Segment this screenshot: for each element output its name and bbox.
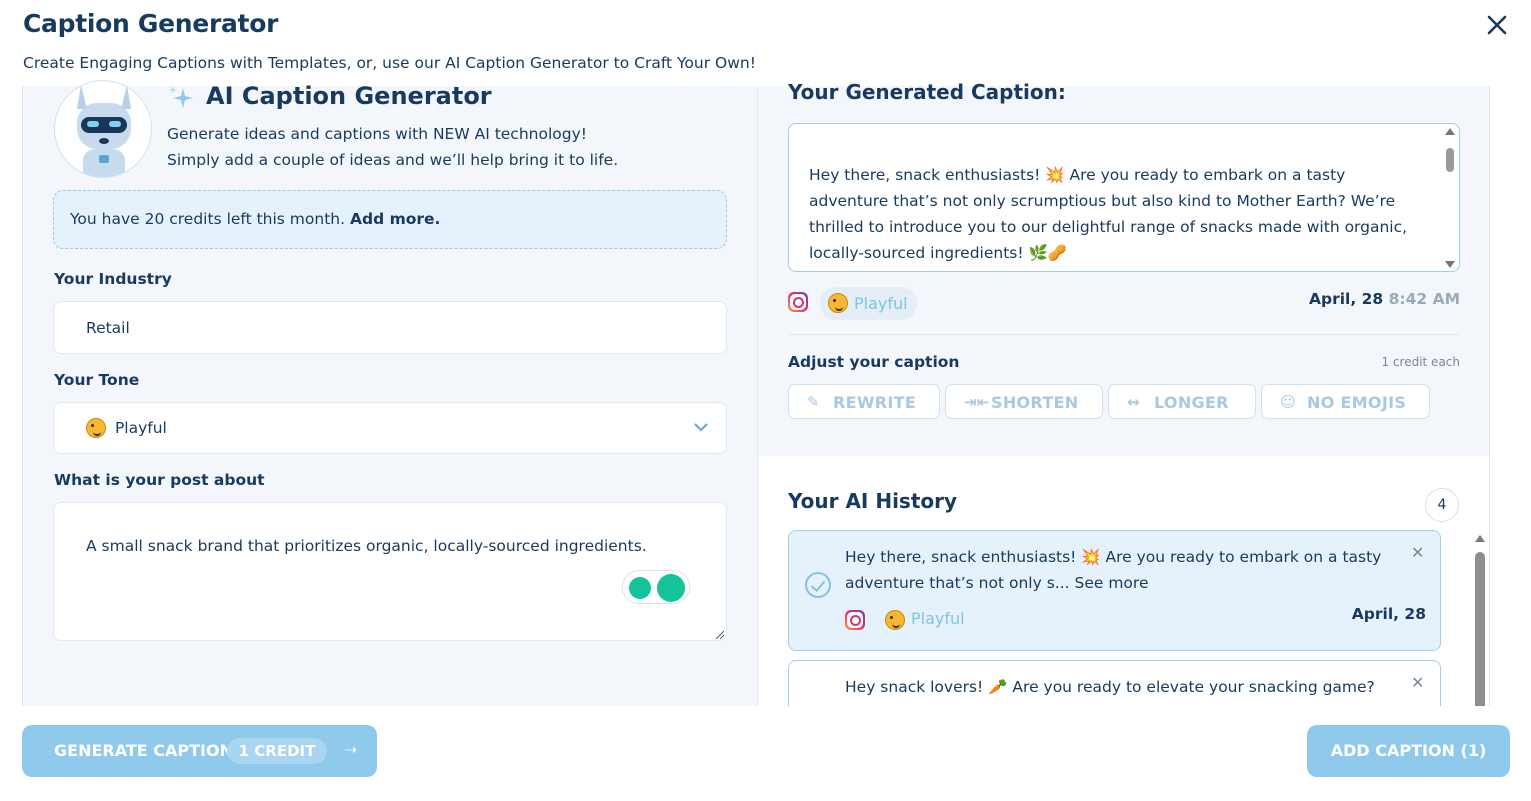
generate-caption-label: GENERATE CAPTION	[54, 741, 233, 760]
credits-remaining: You have 20 credits left this month.	[70, 210, 346, 228]
generate-caption-button[interactable]: GENERATE CAPTION 1 CREDIT ➝	[22, 725, 377, 777]
tone-badge-label: Playful	[854, 294, 908, 313]
ai-description-line2: Simply add a couple of ideas and we’ll h…	[167, 151, 619, 169]
modal-subtitle: Create Engaging Captions with Templates,…	[23, 54, 756, 72]
caption-timestamp: April, 28 8:42 AM	[1290, 290, 1460, 308]
caption-date: April, 28	[1309, 290, 1384, 308]
scroll-up-icon[interactable]	[1475, 535, 1485, 542]
industry-value: Retail	[86, 319, 130, 337]
ai-history-title: Your AI History	[788, 489, 958, 513]
instagram-icon	[788, 292, 808, 312]
scroll-down-icon[interactable]	[1445, 261, 1455, 268]
divider	[788, 334, 1460, 335]
generated-caption-box[interactable]: Hey there, snack enthusiasts! 💥 Are you …	[788, 123, 1460, 272]
ai-description-line1: Generate ideas and captions with NEW AI …	[167, 125, 587, 143]
generated-caption-text: Hey there, snack enthusiasts! 💥 Are you …	[809, 166, 1408, 262]
close-icon[interactable]: ✕	[1411, 673, 1424, 692]
close-icon[interactable]: ✕	[1411, 543, 1424, 562]
post-about-value: A small snack brand that prioritizes org…	[86, 537, 647, 555]
post-about-textarea[interactable]: A small snack brand that prioritizes org…	[53, 502, 727, 641]
no-emojis-button[interactable]: ☺ NO EMOJIS	[1261, 384, 1430, 419]
see-more-link[interactable]: See more	[1075, 574, 1149, 592]
tone-selected-label: Playful	[114, 418, 167, 437]
caption-time: 8:42 AM	[1388, 290, 1460, 308]
add-more-link[interactable]: Add more.	[350, 210, 440, 228]
history-tone-label: Playful	[911, 609, 965, 628]
no-emojis-label: NO EMOJIS	[1307, 393, 1407, 412]
tone-label: Your Tone	[54, 371, 140, 389]
add-caption-button[interactable]: ADD CAPTION (1)	[1307, 725, 1510, 777]
close-icon[interactable]	[1484, 12, 1510, 38]
robot-avatar	[54, 80, 152, 178]
industry-input[interactable]: Retail	[53, 301, 727, 354]
grammarly-widget[interactable]	[622, 570, 690, 604]
scroll-up-icon[interactable]	[1445, 128, 1455, 135]
playful-emoji-icon	[885, 609, 905, 630]
playful-emoji-icon	[86, 418, 106, 438]
generated-caption-title: Your Generated Caption:	[788, 80, 1066, 104]
industry-label: Your Industry	[54, 270, 172, 288]
history-scrollbar[interactable]	[1474, 535, 1486, 712]
chevron-down-icon	[694, 423, 708, 432]
adjust-cost-note: 1 credit each	[1381, 355, 1460, 369]
adjust-caption-label: Adjust your caption	[788, 353, 960, 371]
scroll-thumb[interactable]	[1446, 148, 1454, 172]
lightbulb-icon[interactable]	[629, 577, 651, 599]
history-item-text: Hey snack lovers! 🥕 Are you ready to ele…	[845, 678, 1375, 696]
playful-emoji-icon	[828, 293, 848, 313]
caption-scrollbar[interactable]	[1445, 128, 1455, 268]
history-count-badge: 4	[1425, 488, 1459, 522]
tone-badge: Playful	[820, 287, 917, 320]
history-item[interactable]: Hey there, snack enthusiasts! 💥 Are you …	[788, 530, 1441, 651]
check-circle-icon[interactable]	[805, 572, 831, 598]
resize-handle-icon[interactable]	[714, 629, 724, 639]
tone-selected: Playful	[86, 418, 167, 438]
credit-cost-badge: 1 CREDIT	[227, 738, 327, 764]
shorten-button[interactable]: ⇥⇤ SHORTEN	[945, 384, 1103, 419]
ai-generator-title: AI Caption Generator	[206, 82, 492, 110]
smiley-icon: ☺	[1280, 393, 1296, 411]
grammarly-icon[interactable]	[657, 574, 685, 602]
scroll-thumb[interactable]	[1475, 552, 1485, 712]
modal-title: Caption Generator	[23, 9, 279, 38]
sparkle-icon	[169, 86, 193, 108]
expand-icon: ↔	[1127, 393, 1140, 411]
rewrite-label: REWRITE	[833, 393, 917, 412]
longer-label: LONGER	[1154, 393, 1229, 412]
shrink-icon: ⇥⇤	[964, 393, 990, 411]
credits-banner: You have 20 credits left this month. Add…	[53, 190, 727, 249]
arrow-right-icon: ➝	[344, 740, 358, 759]
shorten-label: SHORTEN	[991, 393, 1079, 412]
tone-select[interactable]: Playful	[53, 402, 727, 454]
edit-icon: ✎	[807, 393, 820, 411]
rewrite-button[interactable]: ✎ REWRITE	[788, 384, 940, 419]
longer-button[interactable]: ↔ LONGER	[1108, 384, 1256, 419]
history-tone: Playful	[885, 609, 965, 630]
history-item-text: Hey there, snack enthusiasts! 💥 Are you …	[845, 544, 1385, 596]
instagram-icon	[845, 610, 865, 630]
history-date: April, 28	[1351, 605, 1426, 623]
post-about-label: What is your post about	[54, 471, 265, 489]
credits-text: You have 20 credits left this month. Add…	[70, 210, 440, 228]
